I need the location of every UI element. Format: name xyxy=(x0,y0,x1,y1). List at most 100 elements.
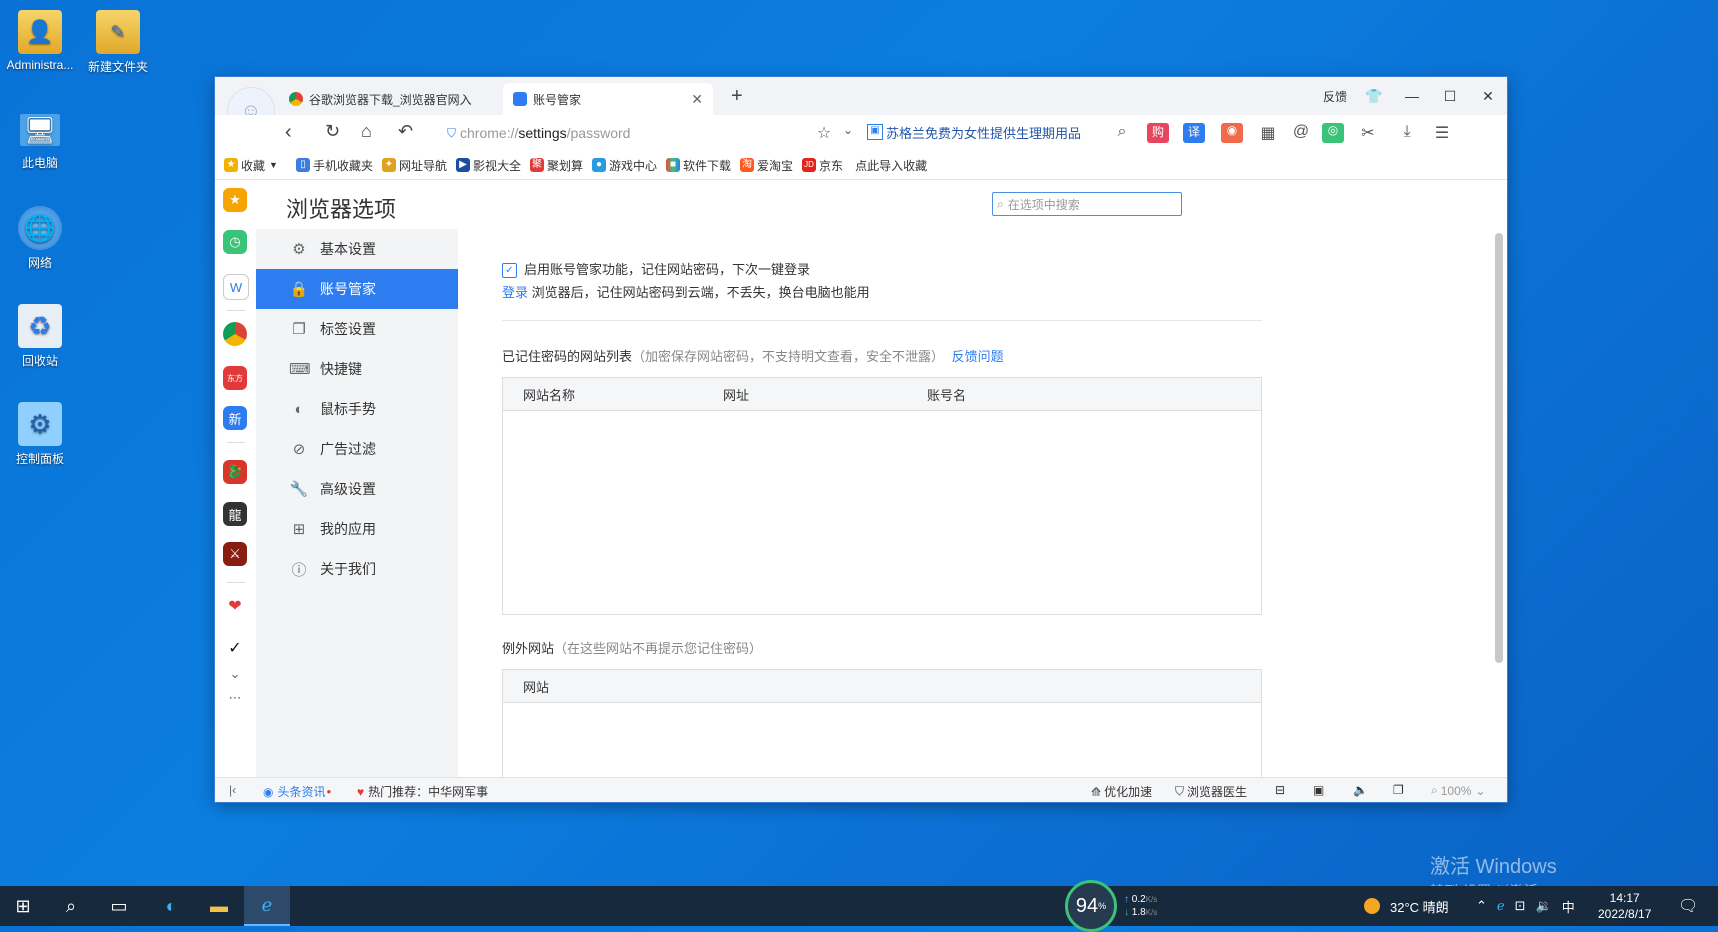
bookmark-juhuasuan[interactable]: 聚聚划算 xyxy=(529,157,583,174)
back-icon[interactable]: ‹ xyxy=(285,121,292,144)
nav-my-apps[interactable]: ⊞ 我的应用 xyxy=(256,509,458,549)
chevron-down-icon[interactable]: ⌄ xyxy=(223,662,247,686)
bookmark-mobile[interactable]: ▯ 手机收藏夹 xyxy=(295,157,373,174)
bookmark-label: 游戏中心 xyxy=(609,158,658,173)
feedback-link[interactable]: 反馈问题 xyxy=(952,349,1004,364)
search-icon[interactable]: ⌕ xyxy=(48,886,94,926)
window-icon[interactable]: ❐ xyxy=(1393,783,1404,797)
ie-browser-icon[interactable]: ℯ xyxy=(244,886,290,926)
menu-icon[interactable]: ☰ xyxy=(1431,123,1453,143)
network-tray-icon[interactable]: ⊡ xyxy=(1515,898,1526,914)
chrome-icon[interactable] xyxy=(223,322,247,346)
nav-basic-settings[interactable]: ⚙ 基本设置 xyxy=(256,229,458,269)
apps-icon: ⊞ xyxy=(292,521,306,538)
desktop-icon-network[interactable]: 🌐 网络 xyxy=(0,206,80,271)
nav-account-manager[interactable]: 🔒 账号管家 xyxy=(256,269,466,309)
bookmark-games[interactable]: ● 游戏中心 xyxy=(592,157,657,174)
nike-icon[interactable]: ✓ xyxy=(223,636,247,660)
eastmoney-icon[interactable]: 东方 xyxy=(223,366,247,390)
search-icon[interactable]: ⌕ xyxy=(1111,123,1133,143)
news-icon[interactable]: 新 xyxy=(223,406,247,430)
news-label: 头条资讯 xyxy=(277,785,326,799)
download-icon[interactable]: ⤓ xyxy=(1396,123,1418,143)
settings-search-input[interactable]: ⌕ 在选项中搜索 xyxy=(992,192,1182,216)
cpu-meter[interactable]: 94% xyxy=(1065,880,1117,932)
feedback-button[interactable]: 反馈 xyxy=(1315,88,1355,105)
at-icon[interactable]: @ xyxy=(1290,123,1312,143)
refresh-icon[interactable]: ↻ xyxy=(325,121,340,142)
network-monitor-icon[interactable]: ⊟ xyxy=(1275,783,1285,797)
skin-icon[interactable]: 👕 xyxy=(1355,88,1393,105)
nav-tab-settings[interactable]: ❐ 标签设置 xyxy=(256,309,458,349)
collapse-sidebar-icon[interactable]: |‹ xyxy=(229,783,236,797)
task-view-icon[interactable]: ▭ xyxy=(96,886,142,926)
weather[interactable]: 32°C 晴朗 xyxy=(1364,886,1449,926)
import-bookmarks-link[interactable]: 点此导入收藏 xyxy=(855,157,927,174)
desktop-icon-this-pc[interactable]: 🖥 此电脑 xyxy=(0,108,80,171)
home-icon[interactable]: ⌂ xyxy=(361,121,372,142)
scissors-icon[interactable]: ✂ xyxy=(1357,123,1379,143)
enable-checkbox[interactable]: ✓ xyxy=(502,263,517,279)
desktop-icon-new-folder[interactable]: ✎ 新建文件夹 xyxy=(78,10,158,75)
wrench-icon: 🔧 xyxy=(289,481,309,498)
login-link[interactable]: 登录 xyxy=(502,285,528,300)
hot-item[interactable]: ♥ 热门推荐：中华网军事 xyxy=(357,783,488,800)
more-icon[interactable]: ⋯ xyxy=(223,686,247,710)
game-icon[interactable]: ◉ xyxy=(1221,123,1243,143)
volume-icon[interactable]: 🔈 xyxy=(1353,783,1368,797)
tab-close-icon[interactable]: ✕ xyxy=(691,91,703,108)
bookmark-jd[interactable]: JD 京东 xyxy=(802,157,843,174)
legend-game-icon[interactable]: ⚔ xyxy=(223,542,247,566)
optimize-item[interactable]: ⟰ 优化加速 xyxy=(1091,783,1152,800)
nav-shortcuts[interactable]: ⌨ 快捷键 xyxy=(256,349,458,389)
favorites-star-icon[interactable]: ★ xyxy=(223,188,247,212)
nav-ad-filter[interactable]: ⊘ 广告过滤 xyxy=(256,429,458,469)
lips-icon[interactable]: ❤ xyxy=(223,594,247,618)
nav-advanced-settings[interactable]: 🔧 高级设置 xyxy=(256,469,458,509)
eye-protect-icon[interactable]: ◎ xyxy=(1322,123,1344,143)
tab-google-download[interactable]: 谷歌浏览器下载_浏览器官网入 xyxy=(279,83,499,115)
close-button[interactable]: ✕ xyxy=(1469,88,1507,105)
bookmark-favorites[interactable]: ★ 收藏 ▼ xyxy=(224,157,278,174)
zoom-item[interactable]: ⌕ 100% ⌄ xyxy=(1431,783,1486,798)
promo-link[interactable]: 苏格兰免费为女性提供生理期用品 xyxy=(886,123,1081,142)
screen-icon[interactable]: ▣ xyxy=(1313,783,1324,797)
news-item[interactable]: ◉ 头条资讯 ● xyxy=(263,783,331,800)
new-tab-button[interactable]: + xyxy=(731,85,743,108)
desktop-icon-control-panel[interactable]: ⚙ 控制面板 xyxy=(0,402,80,467)
long-game-icon[interactable]: 龍 xyxy=(223,502,247,526)
this-pc-icon: 🖥 xyxy=(20,114,60,146)
nav-about-us[interactable]: ⓘ 关于我们 xyxy=(256,549,458,589)
keyboard-icon: ⌨ xyxy=(289,361,311,378)
maximize-button[interactable]: ☐ xyxy=(1431,88,1469,105)
desktop-icon-administrator[interactable]: 👤 Administra... xyxy=(0,10,80,72)
desktop-icon-recycle-bin[interactable]: ♻ 回收站 xyxy=(0,304,80,369)
bookmark-taobao[interactable]: 淘爱淘宝 xyxy=(740,157,793,174)
history-clock-icon[interactable]: ◷ xyxy=(223,230,247,254)
chevron-down-icon[interactable]: ⌄ xyxy=(837,123,859,143)
word-doc-icon[interactable]: W xyxy=(223,274,249,300)
tab-account-manager[interactable]: 账号管家 ✕ xyxy=(503,83,713,115)
undo-icon[interactable]: ↶ xyxy=(398,121,413,142)
bookmark-software[interactable]: ■ 软件下载 xyxy=(666,157,731,174)
bookmark-video[interactable]: ▶ 影视大全 xyxy=(455,157,521,174)
clock[interactable]: 14:17 2022/8/17 xyxy=(1598,886,1651,926)
doctor-item[interactable]: ⛉ 浏览器医生 xyxy=(1175,783,1247,800)
minimize-button[interactable]: — xyxy=(1393,88,1431,104)
dragon-game-icon[interactable]: 🐉 xyxy=(223,460,247,484)
volume-icon[interactable]: 🔉 xyxy=(1536,898,1552,914)
bookmark-nav[interactable]: ✦ 网址导航 xyxy=(381,157,447,174)
nav-mouse-gestures[interactable]: ◐ 鼠标手势 xyxy=(256,389,458,429)
edge-browser-icon[interactable]: ◐ xyxy=(148,886,194,926)
start-windows-icon[interactable]: ⊞ xyxy=(0,886,46,926)
ime-indicator[interactable]: 中 xyxy=(1562,897,1575,916)
translate-icon[interactable]: 译 xyxy=(1183,123,1205,143)
file-explorer-icon[interactable]: ▬ xyxy=(196,886,242,926)
star-icon[interactable]: ☆ xyxy=(813,123,835,143)
scrollbar[interactable] xyxy=(1495,233,1503,663)
shopping-icon[interactable]: 购 xyxy=(1147,123,1169,143)
grid-apps-icon[interactable]: ▦ xyxy=(1257,123,1279,143)
ie-tray-icon[interactable]: ℯ xyxy=(1497,898,1505,914)
chevron-up-icon[interactable]: ⌃ xyxy=(1476,898,1487,914)
notification-icon[interactable]: 🗨 xyxy=(1678,886,1698,926)
